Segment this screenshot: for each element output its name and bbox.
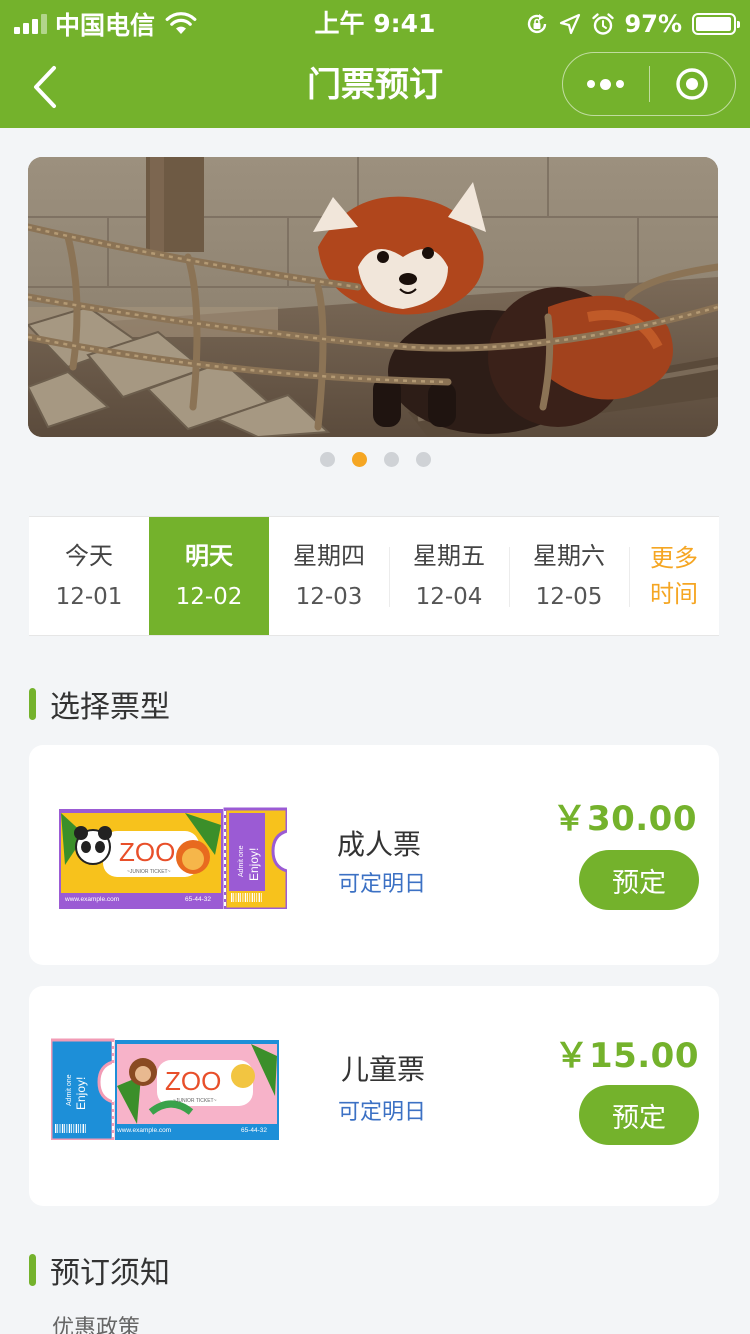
svg-text:www.example.com: www.example.com: [116, 1127, 171, 1134]
date-tab[interactable]: 今天 12-01: [29, 517, 149, 635]
mini-program-capsule: [562, 52, 736, 116]
ticket-availability: 可定明日: [338, 872, 427, 897]
svg-text:Admit one: Admit one: [66, 1074, 73, 1106]
more-dates-button[interactable]: 更多时间: [629, 517, 719, 635]
section-title-text: 选择票型: [50, 690, 170, 725]
carousel-dot: [319, 452, 335, 467]
date-tab-date: 12-02: [175, 584, 243, 610]
location-icon: [559, 13, 580, 35]
date-tab[interactable]: 星期五 12-04: [389, 517, 509, 635]
ticket-price: ￥15.00: [554, 1036, 699, 1076]
date-tab-label: 明天: [185, 542, 233, 570]
carousel-dot: [415, 452, 431, 467]
ticket-availability: 可定明日: [338, 1100, 427, 1125]
svg-text:65-44-32: 65-44-32: [185, 896, 211, 903]
date-tab-date: 12-01: [55, 584, 123, 610]
date-tab[interactable]: 明天 12-02: [149, 517, 269, 635]
section-title-text: 预订须知: [50, 1256, 170, 1291]
date-tab-label: 今天: [65, 542, 113, 570]
battery-percent: 97%: [624, 10, 682, 38]
ticket-logo-text: ZOO: [165, 1066, 221, 1096]
status-bar: 中国电信 上午 9:41 97%: [0, 0, 750, 48]
battery-icon: [692, 13, 740, 35]
svg-text:Admit one: Admit one: [238, 845, 245, 877]
svg-text:~JUNIOR TICKET~: ~JUNIOR TICKET~: [127, 869, 171, 875]
ticket-logo-text: ZOO: [119, 837, 175, 867]
carousel-dot: [351, 452, 367, 467]
navigation-bar: 门票预订: [0, 48, 750, 128]
red-panda-photo: [28, 157, 718, 437]
adult-ticket-image: ZOO ~JUNIOR TICKET~ www.example.com 65-4…: [59, 807, 287, 909]
date-tab-label: 星期四: [293, 542, 365, 570]
more-icon[interactable]: [563, 53, 649, 115]
date-tab[interactable]: 星期六 12-05: [509, 517, 629, 635]
svg-text:~JUNIOR TICKET~: ~JUNIOR TICKET~: [173, 1098, 217, 1104]
book-button-adult[interactable]: 预定: [579, 850, 699, 910]
date-tab-label: 星期五: [413, 542, 485, 570]
banner-carousel[interactable]: [28, 157, 718, 437]
alarm-icon: [591, 13, 614, 35]
date-selector: 今天 12-01 明天 12-02 星期四 12-03 星期五 12-04 星期六 12-05 更…: [29, 516, 719, 636]
ticket-name: 成人票: [337, 828, 422, 861]
carousel-dot: [383, 452, 399, 467]
child-ticket-image: Admit one Enjoy! ZOO ~JUNIOR TICKET~ www…: [51, 1038, 279, 1140]
more-dates-label: 更多时间: [650, 544, 698, 608]
svg-text:65-44-32: 65-44-32: [241, 1127, 267, 1134]
book-button-child[interactable]: 预定: [579, 1085, 699, 1145]
date-tab-label: 星期六: [533, 542, 605, 570]
notice-section-title: 预订须知: [29, 1250, 170, 1291]
carousel-indicator: [0, 452, 750, 467]
date-tab-date: 12-03: [295, 584, 363, 610]
date-tab-date: 12-05: [535, 584, 603, 610]
section-marker: [29, 1254, 36, 1286]
ticket-name: 儿童票: [341, 1053, 426, 1086]
svg-text:www.example.com: www.example.com: [64, 896, 119, 903]
svg-text:Enjoy!: Enjoy!: [247, 848, 261, 881]
ticket-section-title: 选择票型: [29, 684, 170, 725]
date-tab[interactable]: 星期四 12-03: [269, 517, 389, 635]
target-icon[interactable]: [650, 53, 736, 115]
top-bar: 中国电信 上午 9:41 97% 门票预订: [0, 0, 750, 128]
ticket-card-adult: ZOO ~JUNIOR TICKET~ www.example.com 65-4…: [29, 745, 719, 965]
section-marker: [29, 688, 36, 720]
ticket-card-child: Admit one Enjoy! ZOO ~JUNIOR TICKET~ www…: [29, 986, 719, 1206]
lock-rotation-icon: [527, 14, 546, 34]
notice-subtitle: 优惠政策: [52, 1316, 141, 1334]
date-tab-date: 12-04: [415, 584, 483, 610]
ticket-price: ￥30.00: [552, 799, 697, 839]
svg-text:Enjoy!: Enjoy!: [74, 1077, 88, 1110]
back-icon[interactable]: [28, 62, 68, 112]
